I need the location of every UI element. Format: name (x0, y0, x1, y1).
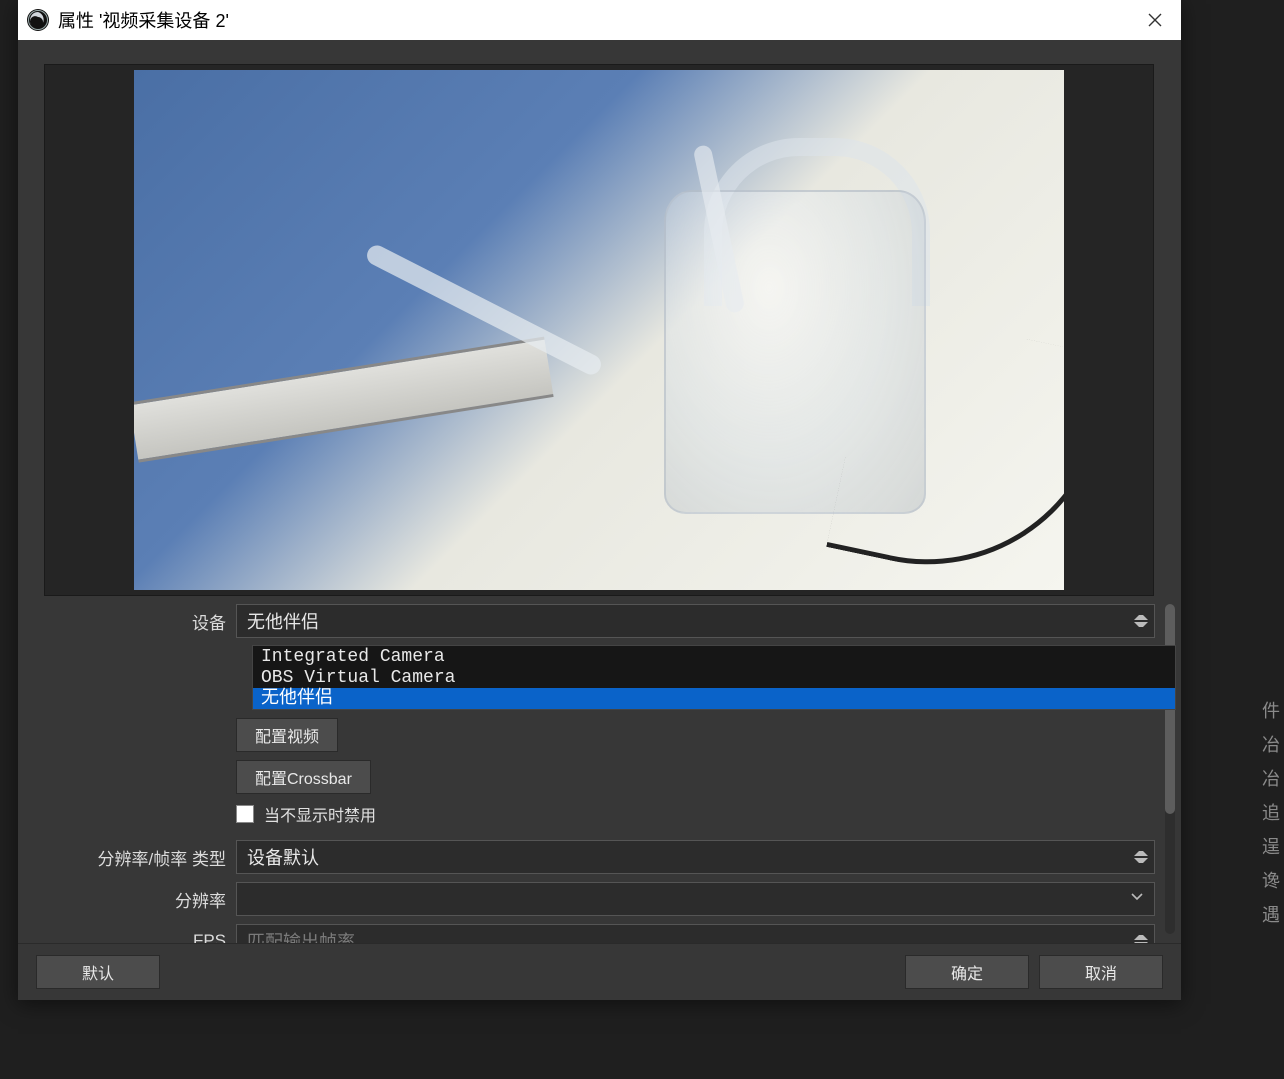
configure-video-button[interactable]: 配置视频 (236, 718, 338, 752)
res-fps-type-value: 设备默认 (247, 844, 319, 870)
device-option-obs-virtual-camera[interactable]: OBS Virtual Camera (253, 667, 1175, 688)
obs-icon (26, 8, 50, 32)
configure-crossbar-row: 配置Crossbar (44, 760, 1155, 794)
background-hints: 件冶冶追逞谗遇 (1262, 694, 1280, 932)
properties-form: 设备 无他伴侣 Integrated Camera OBS Virtual Ca… (44, 604, 1155, 966)
res-fps-type-select[interactable]: 设备默认 (236, 840, 1155, 874)
deactivate-when-hidden-label: 当不显示时禁用 (264, 802, 376, 826)
resolution-row: 分辨率 (44, 882, 1155, 916)
video-preview-image (134, 70, 1064, 590)
window-title: 属性 '视频采集设备 2' (58, 7, 229, 33)
close-icon (1148, 13, 1162, 27)
close-button[interactable] (1137, 2, 1173, 38)
video-preview (44, 64, 1154, 596)
deactivate-when-hidden-checkbox[interactable] (236, 805, 254, 823)
configure-crossbar-button[interactable]: 配置Crossbar (236, 760, 371, 794)
device-dropdown[interactable]: Integrated Camera OBS Virtual Camera 无他伴… (252, 645, 1176, 710)
res-fps-type-label: 分辨率/帧率 类型 (44, 845, 236, 870)
properties-dialog: 属性 '视频采集设备 2' 设备 无他伴侣 Integrated Camera … (18, 0, 1181, 1000)
dialog-buttonbar: 默认 确定 取消 (18, 943, 1181, 1000)
spinner-icon (1134, 611, 1148, 631)
chevron-down-icon (1130, 889, 1144, 909)
configure-video-row: 配置视频 (44, 718, 1155, 752)
res-fps-type-row: 分辨率/帧率 类型 设备默认 (44, 840, 1155, 874)
defaults-button[interactable]: 默认 (36, 955, 160, 989)
spinner-icon (1134, 847, 1148, 867)
device-select[interactable]: 无他伴侣 (236, 604, 1155, 638)
ok-button[interactable]: 确定 (905, 955, 1029, 989)
device-row: 设备 无他伴侣 (44, 604, 1155, 638)
resolution-label: 分辨率 (44, 887, 236, 912)
device-option-wuta[interactable]: 无他伴侣 (253, 688, 1175, 709)
device-option-integrated-camera[interactable]: Integrated Camera (253, 646, 1175, 667)
deactivate-when-hidden-row: 当不显示时禁用 (44, 802, 1155, 826)
cancel-button[interactable]: 取消 (1039, 955, 1163, 989)
resolution-select[interactable] (236, 882, 1155, 916)
device-label: 设备 (44, 609, 236, 634)
titlebar: 属性 '视频采集设备 2' (18, 0, 1181, 40)
device-select-value: 无他伴侣 (247, 608, 319, 634)
